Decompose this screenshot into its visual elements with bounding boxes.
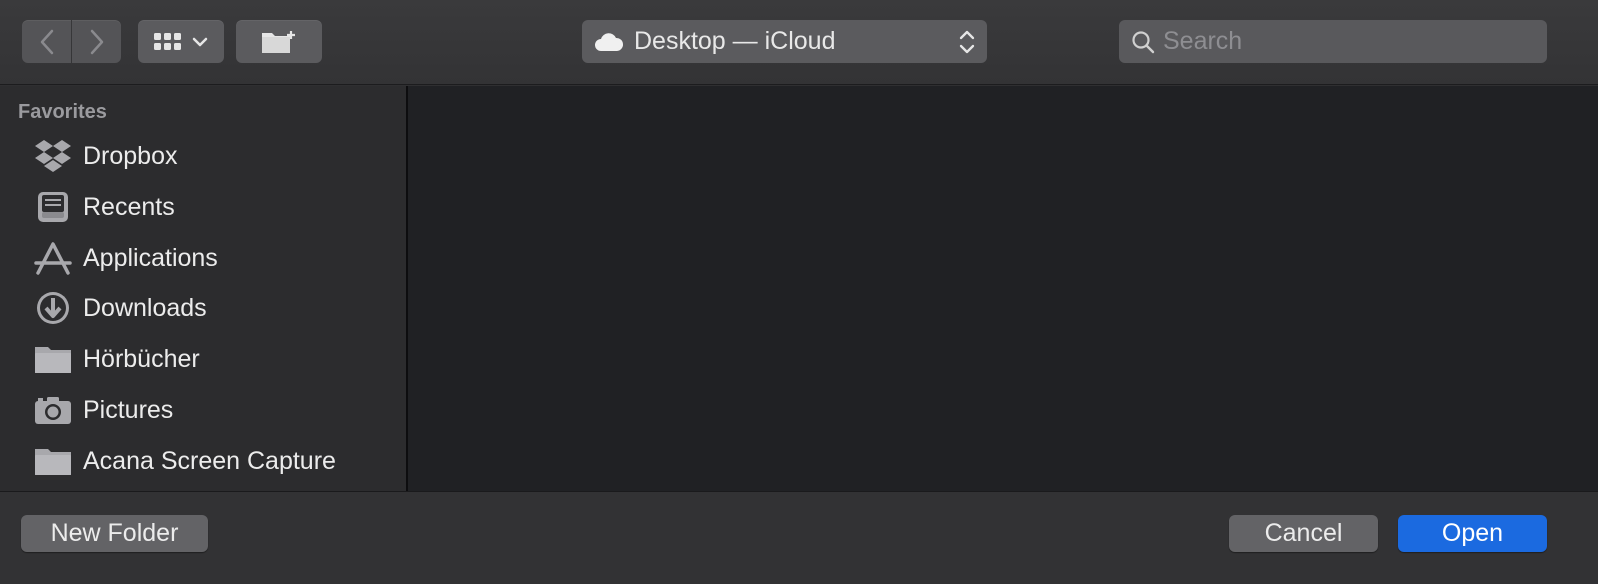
sidebar-item-label: Downloads — [83, 293, 207, 322]
search-placeholder: Search — [1163, 27, 1243, 55]
chevron-right-icon — [90, 29, 103, 54]
toolbar: Desktop — iCloud Search — [0, 0, 1598, 85]
bottom-bar: New Folder Cancel Open — [0, 491, 1598, 584]
cloud-icon — [595, 32, 624, 51]
cancel-button[interactable]: Cancel — [1229, 515, 1378, 552]
downloads-icon — [34, 289, 72, 327]
sidebar-item-label: Pictures — [83, 395, 174, 424]
sidebar-section-favorites: Favorites — [18, 101, 107, 123]
icon-grid-icon — [154, 32, 181, 50]
camera-icon — [34, 391, 72, 429]
new-folder-icon — [262, 30, 295, 53]
sidebar-item-acana-screen-capture[interactable]: Acana Screen Capture — [0, 436, 406, 486]
sidebar-item-label: Hörbücher — [83, 344, 200, 373]
view-mode-button[interactable] — [138, 20, 224, 63]
forward-button[interactable] — [72, 20, 121, 63]
recents-icon — [34, 188, 72, 226]
applications-icon — [34, 239, 72, 277]
chevron-down-icon — [192, 37, 208, 46]
sidebar-item-downloads[interactable]: Downloads — [0, 283, 406, 333]
search-field[interactable]: Search — [1119, 20, 1547, 63]
sidebar-item-hoerbuecher[interactable]: Hörbücher — [0, 334, 406, 384]
back-button[interactable] — [22, 20, 71, 63]
dropbox-icon — [34, 137, 72, 175]
location-label: Desktop — iCloud — [634, 27, 836, 55]
sidebar-item-pictures[interactable]: Pictures — [0, 385, 406, 435]
sidebar-item-recents[interactable]: Recents — [0, 182, 406, 232]
up-down-chevron-icon — [959, 30, 975, 54]
new-folder-button[interactable]: New Folder — [21, 515, 208, 552]
open-file-dialog: Desktop — iCloud Search Favorites Dropbo… — [0, 0, 1598, 584]
chevron-left-icon — [40, 29, 53, 54]
sidebar-item-label: Recents — [83, 192, 175, 221]
sidebar-item-applications[interactable]: Applications — [0, 233, 406, 283]
file-browser-content[interactable] — [408, 86, 1598, 491]
location-popup[interactable]: Desktop — iCloud — [582, 20, 987, 63]
sidebar-item-label: Acana Screen Capture — [83, 446, 336, 475]
folder-icon — [34, 340, 72, 378]
sidebar-item-dropbox[interactable]: Dropbox — [0, 131, 406, 181]
new-folder-toolbar-button[interactable] — [236, 20, 322, 63]
open-button[interactable]: Open — [1398, 515, 1547, 552]
sidebar-item-label: Dropbox — [83, 141, 178, 170]
folder-icon — [34, 442, 72, 480]
sidebar-item-label: Applications — [83, 243, 218, 272]
search-icon — [1132, 30, 1155, 53]
